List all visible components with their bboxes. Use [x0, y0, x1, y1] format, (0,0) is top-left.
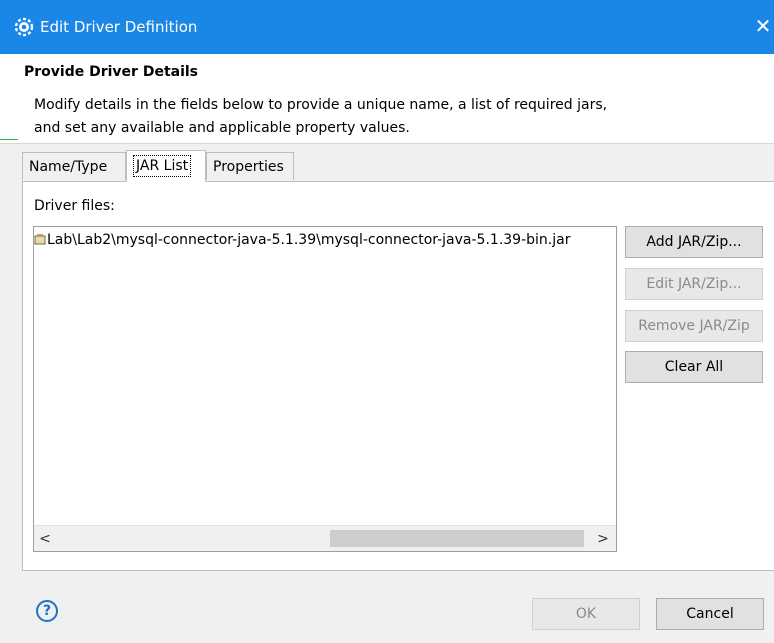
- header-description: Modify details in the fields below to pr…: [34, 94, 734, 140]
- tab-label: Name/Type: [29, 159, 108, 175]
- jar-file-icon: [34, 234, 46, 245]
- tab-name-type[interactable]: Name/Type: [22, 152, 126, 180]
- description-line-2: and set any available and applicable pro…: [34, 120, 410, 136]
- scrollbar-thumb[interactable]: [330, 530, 584, 547]
- scroll-right-icon[interactable]: >: [592, 526, 614, 551]
- tab-jar-list[interactable]: JAR List: [126, 150, 206, 182]
- cancel-button[interactable]: Cancel: [656, 598, 764, 630]
- page-title: Provide Driver Details: [24, 64, 199, 80]
- horizontal-scrollbar[interactable]: < >: [34, 525, 616, 551]
- title-bar: Edit Driver Definition ✕: [0, 0, 774, 54]
- close-icon[interactable]: ✕: [752, 14, 774, 38]
- scroll-left-icon[interactable]: <: [34, 526, 56, 551]
- dialog-header: Provide Driver Details Modify details in…: [0, 54, 774, 144]
- tab-properties[interactable]: Properties: [206, 152, 294, 180]
- accent-line: [0, 139, 18, 140]
- edit-jar-button[interactable]: Edit JAR/Zip...: [625, 268, 763, 300]
- driver-files-list[interactable]: Lab\Lab2\mysql-connector-java-5.1.39\mys…: [33, 226, 617, 552]
- gear-icon: [14, 17, 34, 37]
- clear-all-button[interactable]: Clear All: [625, 351, 763, 383]
- tab-label: Properties: [213, 159, 284, 175]
- ok-button[interactable]: OK: [532, 598, 640, 630]
- driver-file-path: Lab\Lab2\mysql-connector-java-5.1.39\mys…: [47, 232, 571, 248]
- driver-files-label: Driver files:: [34, 198, 115, 214]
- remove-jar-button[interactable]: Remove JAR/Zip: [625, 310, 763, 342]
- list-item[interactable]: Lab\Lab2\mysql-connector-java-5.1.39\mys…: [34, 231, 570, 249]
- tab-label: JAR List: [133, 155, 192, 177]
- help-icon[interactable]: ?: [36, 600, 58, 622]
- window-title: Edit Driver Definition: [40, 18, 198, 36]
- description-line-1: Modify details in the fields below to pr…: [34, 97, 608, 113]
- add-jar-button[interactable]: Add JAR/Zip...: [625, 226, 763, 258]
- header-divider: [0, 143, 774, 144]
